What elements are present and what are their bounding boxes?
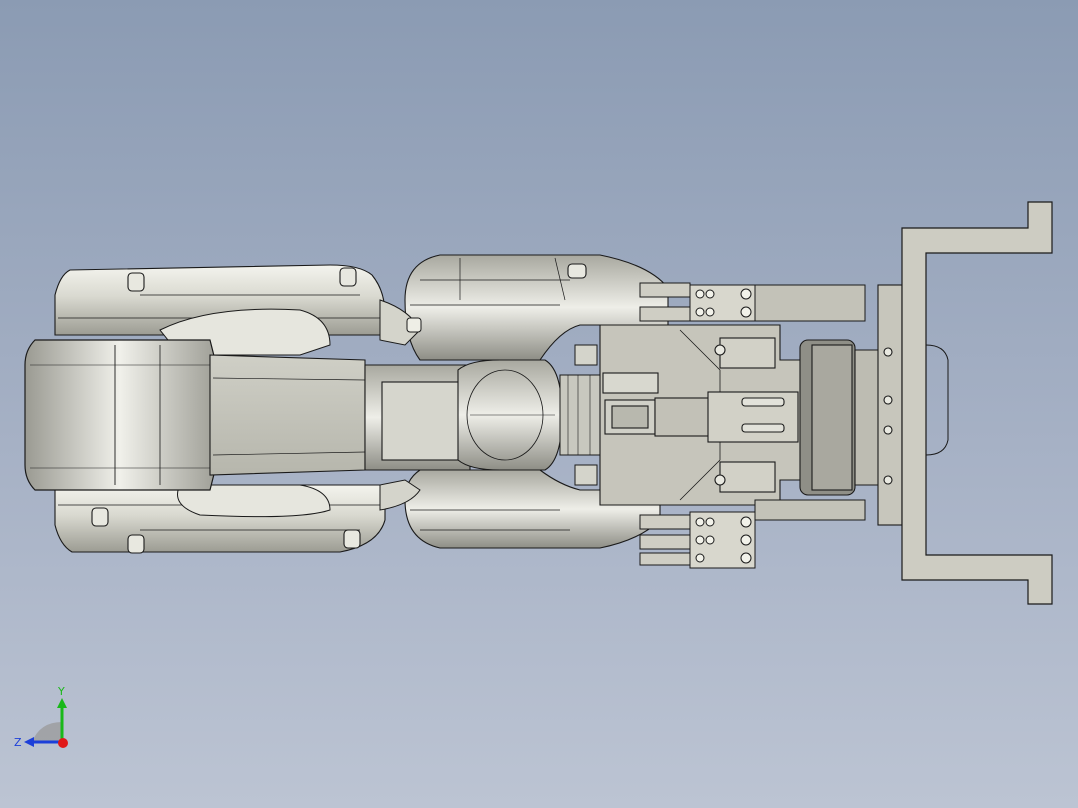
- y-axis-label: Y: [57, 685, 65, 698]
- z-axis-head: [24, 737, 34, 747]
- triad-wedge: [32, 722, 62, 742]
- cad-viewport[interactable]: Y Z: [0, 0, 1078, 808]
- valve-block-bottom[interactable]: [639, 499, 866, 569]
- gripper-jaw-frame[interactable]: [901, 201, 1053, 605]
- x-axis-dot: [58, 738, 68, 748]
- orientation-triad[interactable]: Y Z: [10, 684, 80, 754]
- valve-block-top[interactable]: [639, 282, 866, 322]
- gripper-body[interactable]: [599, 324, 811, 506]
- robot-base[interactable]: [24, 339, 216, 491]
- z-axis-label: Z: [14, 736, 22, 749]
- robot-arm-model[interactable]: [0, 0, 1078, 808]
- elbow-joint[interactable]: [457, 359, 563, 471]
- y-axis-head: [57, 698, 67, 708]
- arm-beam[interactable]: [209, 354, 471, 476]
